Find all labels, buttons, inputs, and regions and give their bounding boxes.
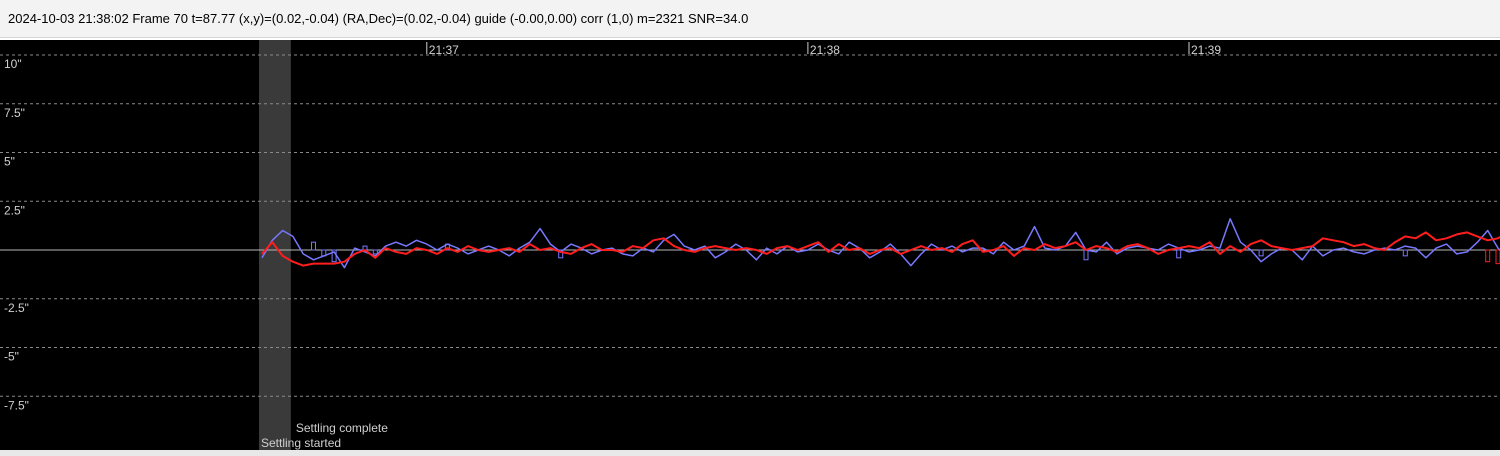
ra-correction-bar	[1258, 249, 1264, 257]
y-tick-label: -7.5"	[4, 398, 29, 412]
guide-graph[interactable]: 10" 7.5" 5" 2.5" -2.5" -5" -7.5" 21:37 21:38 21:3…	[0, 40, 1500, 450]
dec-correction-bar	[1495, 249, 1500, 265]
guide-graph-svg: 10" 7.5" 5" 2.5" -2.5" -5" -7.5" 21:37 21:38 21:3…	[0, 40, 1500, 450]
y-tick-label: 2.5"	[4, 203, 25, 217]
ra-correction-bar	[1176, 249, 1182, 259]
ra-correction-bar	[1083, 249, 1089, 261]
time-tick-label: 21:37	[429, 43, 459, 57]
dec-correction-bar	[1485, 249, 1491, 263]
status-bar: 2024-10-03 21:38:02 Frame 70 t=87.77 (x,…	[0, 0, 1500, 38]
status-text: 2024-10-03 21:38:02 Frame 70 t=87.77 (x,…	[8, 11, 749, 26]
ra-correction-bar	[311, 241, 316, 251]
bottom-strip	[0, 450, 1500, 456]
ra-correction-bar	[372, 249, 378, 255]
settling-complete-label: Settling complete	[296, 421, 388, 435]
time-tick-label: 21:39	[1191, 43, 1221, 57]
ra-line	[261, 218, 1500, 269]
y-tick-label: 5"	[4, 155, 15, 169]
settling-started-label: Settling started	[261, 436, 341, 450]
y-tick-label: -2.5"	[4, 301, 29, 315]
ra-correction-bar	[1402, 249, 1408, 257]
dec-line	[261, 231, 1500, 267]
y-tick-label: 10"	[4, 57, 22, 71]
y-tick-label: 7.5"	[4, 106, 25, 120]
time-tick-label: 21:38	[810, 43, 840, 57]
y-tick-label: -5"	[4, 350, 19, 364]
